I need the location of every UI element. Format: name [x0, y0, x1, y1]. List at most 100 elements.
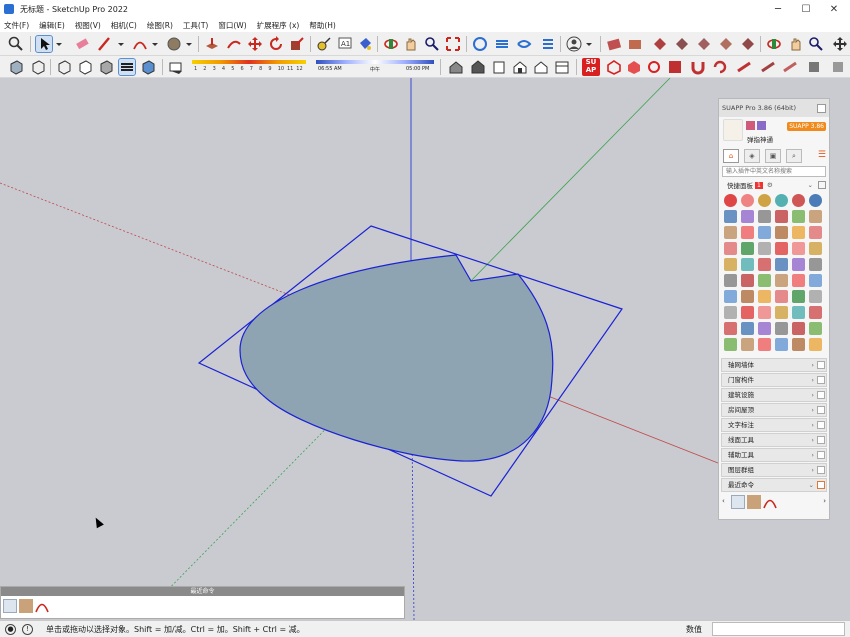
plugin-tool-icon[interactable] — [775, 338, 788, 351]
chevron-right-icon[interactable]: › — [823, 497, 826, 505]
plugin-tool-icon[interactable] — [792, 290, 805, 303]
menu-draw[interactable]: 绘图(R) — [143, 20, 177, 31]
plugin-tool-icon[interactable] — [724, 290, 737, 303]
pop-out-icon[interactable] — [817, 361, 825, 369]
line-tool-icon[interactable] — [96, 36, 112, 52]
pop-out-icon[interactable] — [817, 376, 825, 384]
plugin-tool-icon[interactable] — [809, 258, 822, 271]
monochrome-icon[interactable] — [140, 59, 156, 75]
recent-tool-icon[interactable] — [731, 495, 745, 509]
plugin-tool-icon[interactable] — [758, 274, 771, 287]
suapp-tool-icon[interactable] — [667, 59, 683, 75]
cube-tab-icon[interactable]: ▣ — [765, 149, 781, 163]
plugin-tool-icon[interactable] — [775, 306, 788, 319]
plugin-tool-icon[interactable] — [741, 338, 754, 351]
plugin-tool-icon[interactable] — [724, 226, 737, 239]
shadows-toggle-icon[interactable] — [168, 59, 184, 75]
plugin-tool-icon[interactable] — [775, 242, 788, 255]
plugin-tool-icon[interactable] — [758, 306, 771, 319]
pan-hand-icon[interactable] — [403, 36, 419, 52]
plugin-tool-icon[interactable] — [758, 290, 771, 303]
suapp-tool-icon[interactable] — [782, 59, 798, 75]
extension-icon[interactable] — [494, 36, 510, 52]
extension-icon[interactable] — [540, 36, 556, 52]
plugin-tool-icon[interactable] — [809, 290, 822, 303]
plugin-tool-icon[interactable] — [741, 194, 754, 207]
shape-tool-icon[interactable] — [166, 36, 182, 52]
suapp-tool-icon[interactable] — [760, 59, 776, 75]
info-icon[interactable]: ! — [22, 624, 33, 635]
plugin-tool-icon[interactable] — [775, 322, 788, 335]
section-toggle-icon[interactable] — [740, 36, 756, 52]
section-rooms-roofs[interactable]: 房间屋顶 › — [721, 403, 827, 417]
pop-out-icon[interactable] — [817, 406, 825, 414]
rotate-tool-icon[interactable] — [268, 36, 284, 52]
plugin-tool-icon[interactable] — [758, 210, 771, 223]
pop-out-icon[interactable] — [817, 436, 825, 444]
top-view-icon[interactable] — [470, 59, 486, 75]
section-layers-groups[interactable]: 图层群组 › — [721, 463, 827, 477]
plugin-tool-icon[interactable] — [724, 210, 737, 223]
left-view-icon[interactable] — [554, 59, 570, 75]
plugin-tool-icon[interactable] — [758, 258, 771, 271]
plugin-tool-icon[interactable] — [775, 290, 788, 303]
recent-tool-icon[interactable] — [3, 599, 17, 613]
plugin-tool-icon[interactable] — [741, 290, 754, 303]
plugin-tool-icon[interactable] — [809, 210, 822, 223]
layers-tab-icon[interactable]: ◈ — [744, 149, 760, 163]
extension-icon[interactable] — [472, 36, 488, 52]
select-tool-icon[interactable] — [35, 35, 53, 53]
suapp-tool-icon[interactable] — [712, 59, 728, 75]
plugin-tool-icon[interactable] — [758, 194, 771, 207]
plugin-tool-icon[interactable] — [775, 258, 788, 271]
gear-icon[interactable]: ⚙ — [767, 181, 773, 189]
shaded-textures-icon[interactable] — [118, 58, 136, 76]
right-view-icon[interactable] — [512, 59, 528, 75]
curved-face[interactable] — [239, 254, 554, 462]
plugin-tool-icon[interactable] — [792, 338, 805, 351]
plugin-tool-icon[interactable] — [758, 338, 771, 351]
chevron-down-icon[interactable] — [116, 36, 126, 52]
menu-view[interactable]: 视图(V) — [71, 20, 105, 31]
plugin-tool-icon[interactable] — [741, 322, 754, 335]
plugin-tool-icon[interactable] — [792, 258, 805, 271]
menu-camera[interactable]: 相机(C) — [107, 20, 141, 31]
chevron-down-icon[interactable] — [150, 36, 160, 52]
recent-tool-icon[interactable] — [747, 495, 761, 509]
section-text-annotation[interactable]: 文字标注 › — [721, 418, 827, 432]
plugin-tool-icon[interactable] — [741, 242, 754, 255]
plugin-tool-icon[interactable] — [809, 226, 822, 239]
recent-tool-icon[interactable] — [19, 599, 33, 613]
eraser-tool-icon[interactable] — [74, 36, 90, 52]
measurements-input[interactable] — [712, 622, 845, 636]
search-tab-icon[interactable]: ⌕ — [786, 149, 802, 163]
section-plane-icon[interactable] — [652, 36, 668, 52]
section-doors-windows[interactable]: 门窗构件 › — [721, 373, 827, 387]
section-line-face-tools[interactable]: 线面工具 › — [721, 433, 827, 447]
back-view-icon[interactable] — [533, 59, 549, 75]
chevron-down-icon[interactable]: ⌄ — [808, 181, 813, 189]
iso-view-icon[interactable] — [448, 59, 464, 75]
suapp-tool-icon[interactable] — [606, 59, 622, 75]
section-building-facilities[interactable]: 建筑设施 › — [721, 388, 827, 402]
plugin-tool-icon[interactable] — [741, 306, 754, 319]
pop-out-icon[interactable] — [817, 451, 825, 459]
move-tool-icon[interactable] — [247, 36, 263, 52]
section-helper-tools[interactable]: 辅助工具 › — [721, 448, 827, 462]
plugin-tool-icon[interactable] — [741, 226, 754, 239]
shaded-box-icon[interactable] — [8, 59, 24, 75]
shaded-icon[interactable] — [98, 59, 114, 75]
follow-me-icon[interactable] — [226, 36, 242, 52]
paint-bucket-icon[interactable] — [357, 36, 373, 52]
chevron-down-icon[interactable] — [54, 36, 64, 52]
xray-icon[interactable] — [56, 59, 72, 75]
plugin-search-input[interactable]: 输入插件中英文名称搜索 — [722, 166, 826, 177]
extension-icon[interactable] — [516, 36, 532, 52]
arc-tool-icon[interactable] — [132, 36, 148, 52]
plugin-tool-icon[interactable] — [724, 338, 737, 351]
shadow-month-slider[interactable]: 1 2 3 4 5 6 7 8 9 10 11 12 — [192, 58, 306, 76]
expand-icon[interactable] — [818, 181, 826, 189]
plugin-tool-icon[interactable] — [809, 194, 822, 207]
plugin-tool-icon[interactable] — [775, 226, 788, 239]
move-arrows-icon[interactable] — [832, 36, 848, 52]
